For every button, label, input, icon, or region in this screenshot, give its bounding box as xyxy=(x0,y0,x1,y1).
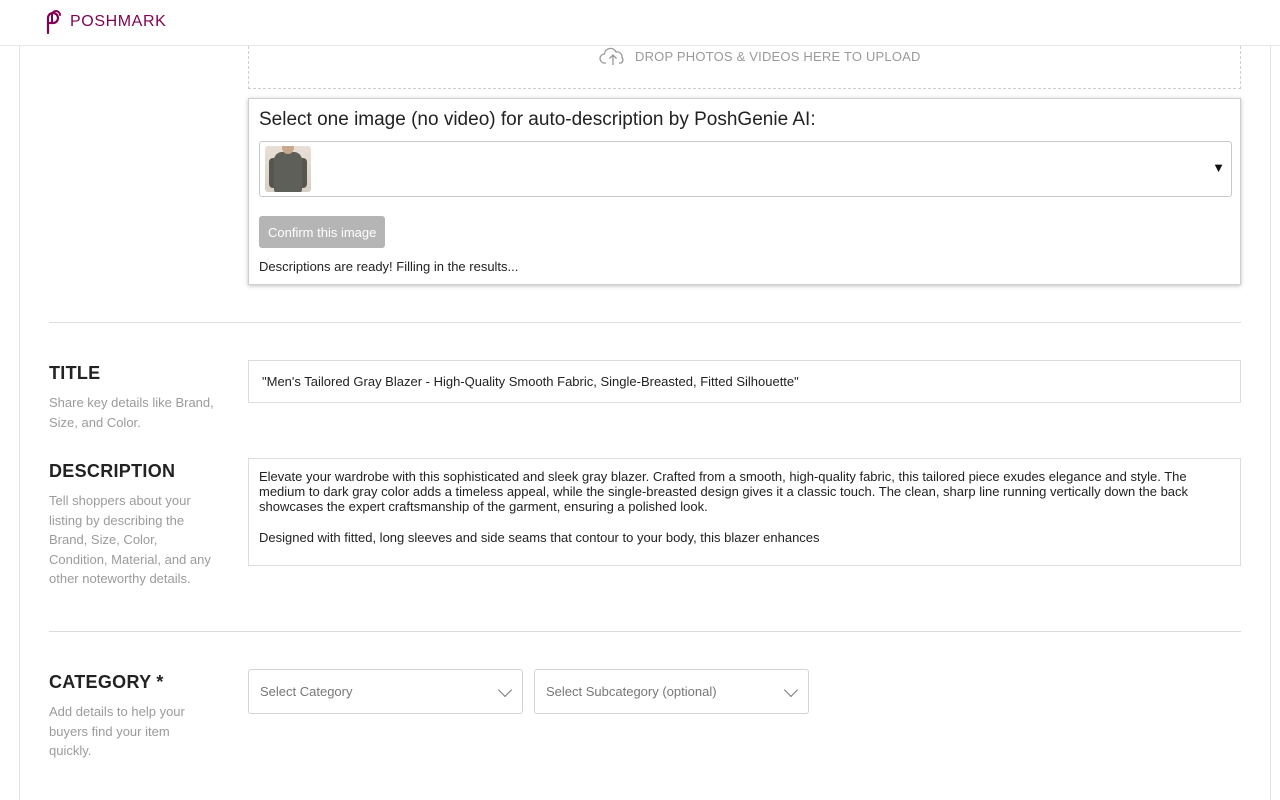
title-input[interactable]: "Men's Tailored Gray Blazer - High-Quali… xyxy=(248,360,1241,403)
chevron-down-icon xyxy=(783,682,799,698)
section-divider xyxy=(49,322,1241,323)
category-help-text: Add details to help your buyers find you… xyxy=(49,704,185,758)
description-paragraph: Elevate your wardrobe with this sophisti… xyxy=(259,469,1189,515)
confirm-image-button[interactable]: Confirm this image xyxy=(259,216,386,248)
description-paragraph: Designed with fitted, long sleeves and s… xyxy=(259,529,820,545)
dropdown-caret-icon: ▼ xyxy=(1212,160,1225,175)
poshmark-logo[interactable]: POSHMARK xyxy=(42,10,166,34)
description-heading: DESCRIPTION xyxy=(49,461,176,481)
title-heading: TITLE xyxy=(49,363,101,383)
description-help-text: Tell shoppers about your listing by desc… xyxy=(49,493,211,586)
category-select-label: Select Category xyxy=(260,684,353,699)
chevron-down-icon xyxy=(497,682,513,698)
top-header: POSHMARK xyxy=(0,0,1280,46)
cloud-upload-icon xyxy=(599,47,624,65)
image-select-dropdown[interactable]: ▼ xyxy=(259,141,1232,197)
subcategory-select[interactable]: Select Subcategory (optional) xyxy=(534,669,809,714)
drop-zone-prompt: DROP PHOTOS & VIDEOS HERE TO UPLOAD xyxy=(599,46,921,66)
genie-status-text: Descriptions are ready! Filling in the r… xyxy=(259,259,519,274)
brand-name: POSHMARK xyxy=(70,13,167,30)
description-textarea[interactable]: Elevate your wardrobe with this sophisti… xyxy=(248,458,1241,566)
subcategory-select-label: Select Subcategory (optional) xyxy=(546,684,717,699)
drop-zone-text: DROP PHOTOS & VIDEOS HERE TO UPLOAD xyxy=(635,48,921,64)
poshmark-logo-icon xyxy=(46,10,61,34)
poshgenie-dialog: Select one image (no video) for auto-des… xyxy=(248,98,1241,285)
title-help-text: Share key details like Brand, Size, and … xyxy=(49,395,214,430)
category-select[interactable]: Select Category xyxy=(248,669,523,714)
photo-drop-zone[interactable]: DROP PHOTOS & VIDEOS HERE TO UPLOAD xyxy=(248,46,1241,89)
section-divider xyxy=(49,631,1241,632)
category-heading: CATEGORY * xyxy=(49,672,164,692)
selected-image-thumbnail xyxy=(265,146,311,192)
poshgenie-title: Select one image (no video) for auto-des… xyxy=(259,109,816,130)
